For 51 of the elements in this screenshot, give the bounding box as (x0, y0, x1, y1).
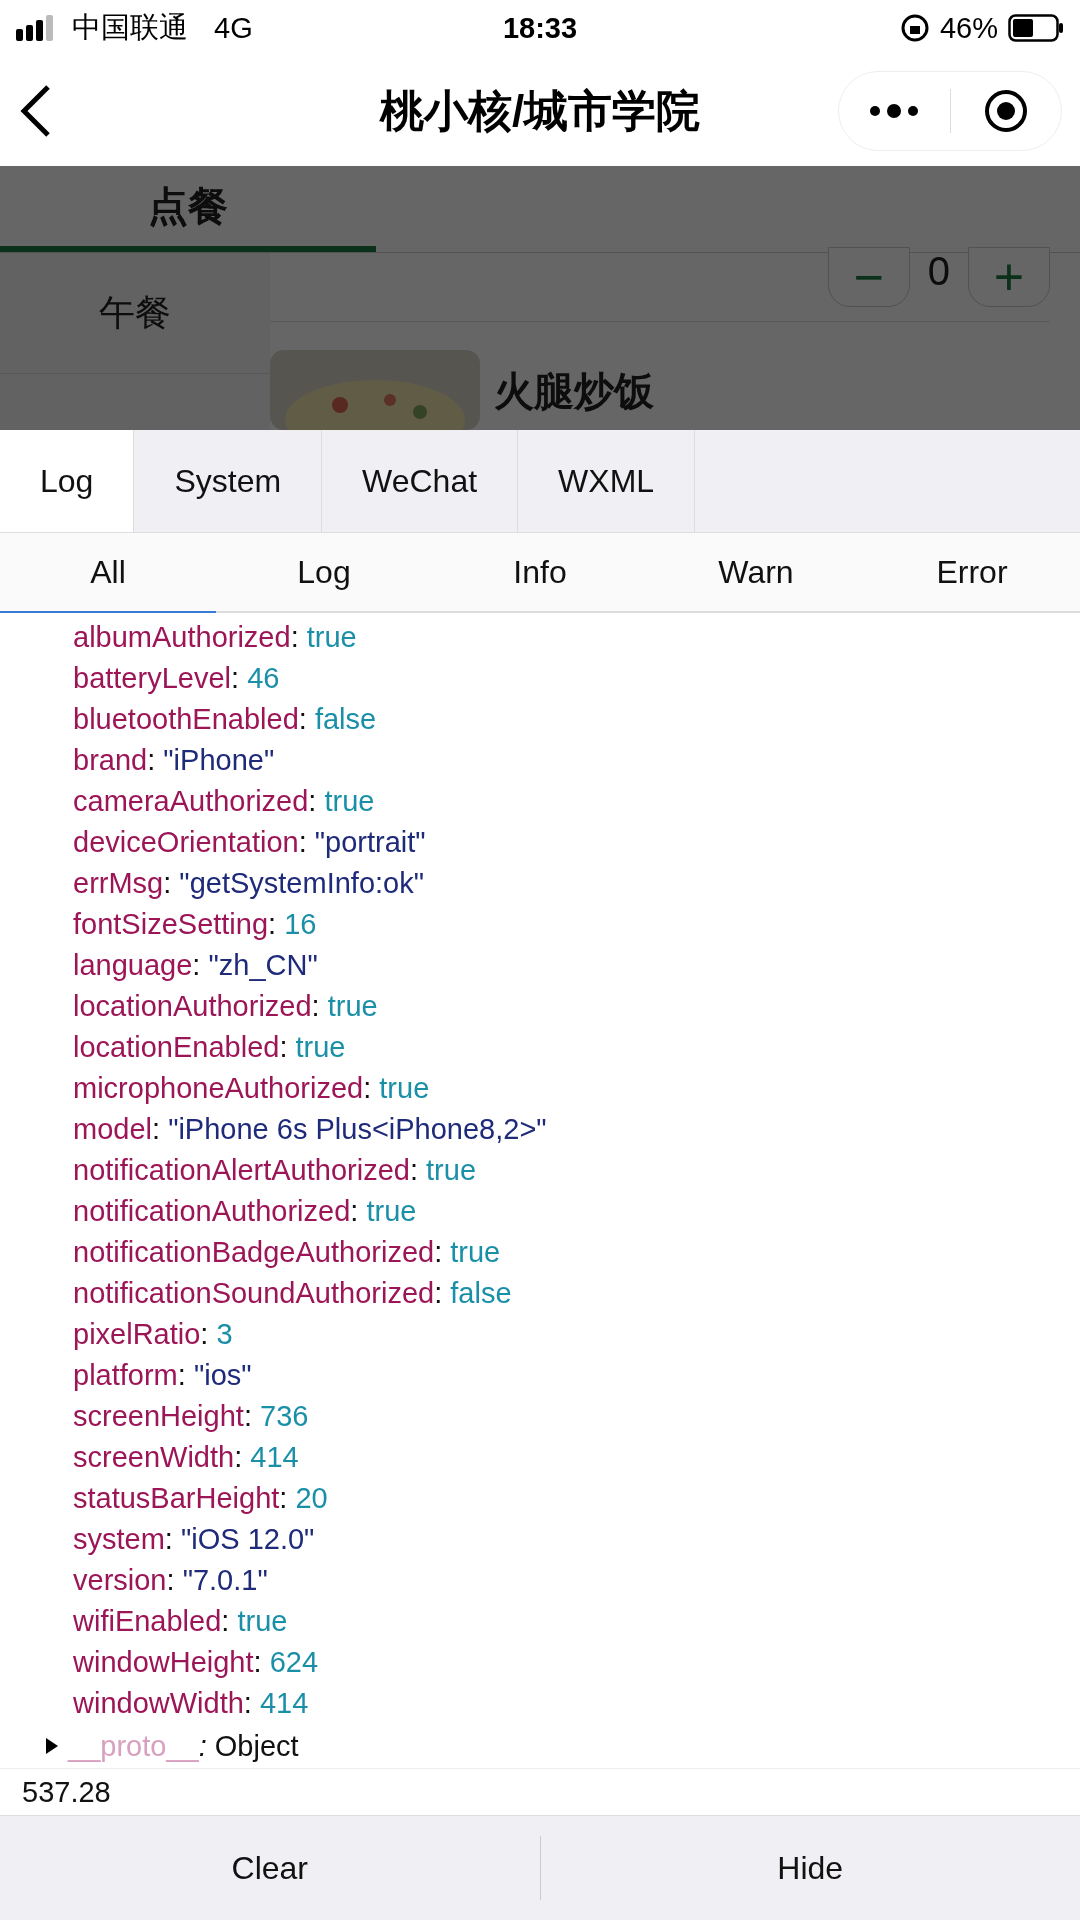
filter-tab[interactable]: Warn (648, 533, 864, 613)
filter-tab[interactable]: Info (432, 533, 648, 613)
filter-tab[interactable]: All (0, 533, 216, 613)
log-entry: microphoneAuthorized: true (73, 1072, 430, 1104)
battery-icon (1008, 14, 1064, 42)
log-entry: albumAuthorized: true (73, 621, 357, 653)
log-entry: notificationBadgeAuthorized: true (73, 1236, 501, 1268)
log-entry: model: "iPhone 6s Plus<iPhone8,2>" (73, 1113, 547, 1145)
log-entry: version: "7.0.1" (73, 1564, 268, 1596)
log-entry: errMsg: "getSystemInfo:ok" (73, 867, 424, 899)
log-entry: deviceOrientation: "portrait" (73, 826, 426, 858)
log-entry: locationEnabled: true (73, 1031, 346, 1063)
dish-name: 火腿炒饭 (494, 368, 654, 415)
log-entry: screenWidth: 414 (73, 1441, 299, 1473)
log-entry: brand: "iPhone" (73, 744, 275, 776)
log-entry: system: "iOS 12.0" (73, 1523, 315, 1555)
log-entry: statusBarHeight: 20 (73, 1482, 328, 1514)
log-entry: platform: "ios" (73, 1359, 252, 1391)
log-entry: notificationAuthorized: true (73, 1195, 417, 1227)
log-entry: notificationAlertAuthorized: true (73, 1154, 477, 1186)
log-entry: language: "zh_CN" (73, 949, 318, 981)
clear-button[interactable]: Clear (0, 1816, 540, 1920)
quantity-value: 0 (927, 249, 950, 294)
log-entry: wifiEnabled: true (73, 1605, 288, 1637)
log-entry: notificationSoundAuthorized: false (73, 1277, 512, 1309)
hide-button[interactable]: Hide (540, 1816, 1080, 1920)
log-entry: cameraAuthorized: true (73, 785, 375, 817)
filter-tab[interactable]: Log (216, 533, 432, 613)
log-entry: pixelRatio: 3 (73, 1318, 233, 1350)
log-entry: bluetoothEnabled: false (73, 703, 377, 735)
log-entry: 537.28 (22, 1776, 111, 1808)
back-button[interactable] (18, 83, 52, 139)
page-title: 桃小核/城市学院 (379, 84, 701, 137)
log-entry: fontSizeSetting: 16 (73, 908, 317, 940)
log-entry: screenHeight: 736 (73, 1400, 309, 1432)
more-icon (869, 104, 920, 118)
log-entry: windowWidth: 414 (73, 1687, 309, 1719)
log-entry: locationAuthorized: true (73, 990, 378, 1022)
network-type: 4G (214, 11, 253, 45)
rotation-lock-icon (899, 13, 930, 43)
back-icon (18, 83, 52, 139)
log-entry: __proto__: Object (68, 1729, 299, 1763)
carrier-name: 中国联通 (72, 10, 188, 45)
battery-percent: 46% (939, 11, 998, 45)
target-icon (982, 88, 1029, 134)
expand-icon[interactable] (46, 1738, 58, 1754)
clock-time: 18:33 (502, 11, 578, 45)
filter-tab[interactable]: Error (864, 533, 1080, 613)
log-entry: batteryLevel: 46 (73, 662, 280, 694)
console-tab[interactable]: Log (0, 430, 135, 532)
log-entry: windowHeight: 624 (73, 1646, 319, 1678)
